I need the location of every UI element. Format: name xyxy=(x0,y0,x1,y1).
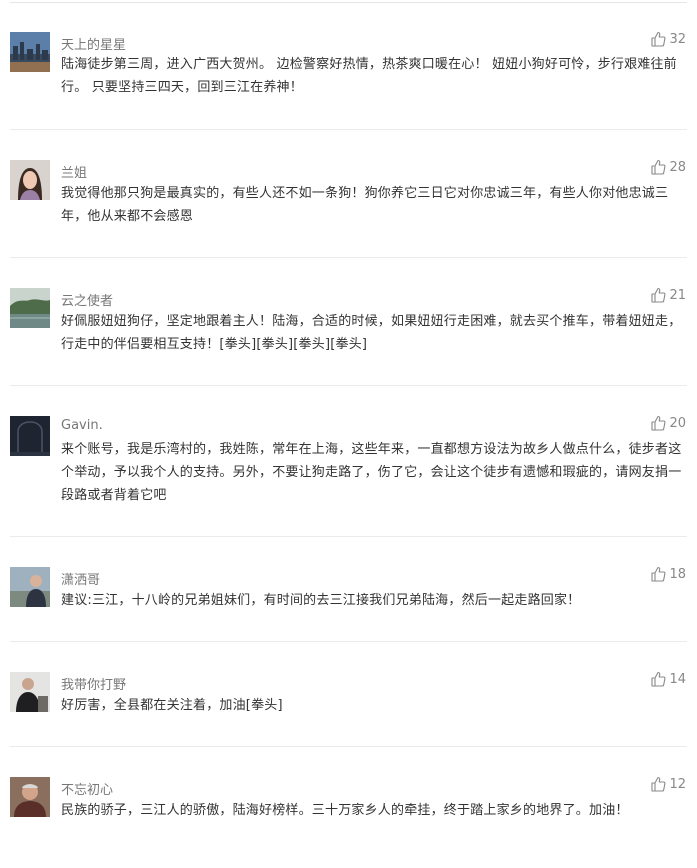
like-button[interactable]: 32 xyxy=(650,31,686,47)
comment-divider xyxy=(10,746,687,747)
landscape-avatar-icon xyxy=(10,288,50,328)
like-button[interactable]: 21 xyxy=(650,287,686,303)
comment-text: 来个账号，我是乐湾村的，我姓陈，常年在上海，这些年来，一直都想方设法为故乡人做点… xyxy=(61,442,682,503)
like-count: 28 xyxy=(669,159,686,175)
like-button[interactable]: 12 xyxy=(650,776,686,792)
like-count: 14 xyxy=(669,671,686,687)
like-button[interactable]: 18 xyxy=(650,566,686,582)
city-skyline-avatar-icon xyxy=(10,32,50,72)
man-sitting-avatar-icon xyxy=(10,672,50,712)
comment-text: 好佩服妞妞狗仔，坚定地跟着主人！陆海，合适的时候，如果妞妞行走困难，就去买个推车… xyxy=(61,314,682,352)
like-count: 21 xyxy=(669,287,686,303)
avatar[interactable] xyxy=(10,416,50,456)
avatar[interactable] xyxy=(10,32,50,72)
comment-text: 民族的骄子，三江人的骄傲，陆海好榜样。三十万家乡人的牵挂，终于踏上家乡的地界了。… xyxy=(61,803,629,818)
comment-username[interactable]: 云之使者 xyxy=(61,290,113,309)
woman-portrait-avatar-icon xyxy=(10,160,50,200)
comment-text: 我觉得他那只狗是最真实的，有些人还不如一条狗！狗你养它三日它对你忠诚三年，有些人… xyxy=(61,186,669,224)
comment-username[interactable]: Gavin. xyxy=(61,418,103,433)
man-outdoor-avatar-icon xyxy=(10,567,50,607)
thumbs-up-icon xyxy=(651,31,666,47)
like-count: 20 xyxy=(669,415,686,431)
comment-divider xyxy=(10,536,687,537)
dark-arch-avatar-icon xyxy=(10,416,50,456)
like-button[interactable]: 14 xyxy=(650,671,686,687)
comment-divider xyxy=(10,641,687,642)
like-button[interactable]: 20 xyxy=(650,415,686,431)
thumbs-up-icon xyxy=(651,566,666,582)
comment-username[interactable]: 潇洒哥 xyxy=(61,569,100,588)
comment-divider xyxy=(10,129,687,130)
avatar[interactable] xyxy=(10,672,50,712)
comment-text: 陆海徒步第三周，进入广西大贺州。 边检警察好热情，热茶爽口暖在心！ 妞妞小狗好可… xyxy=(61,57,677,95)
comment-username[interactable]: 我带你打野 xyxy=(61,674,126,693)
like-count: 18 xyxy=(669,566,686,582)
thumbs-up-icon xyxy=(651,415,666,431)
elder-portrait-avatar-icon xyxy=(10,777,50,817)
thumbs-up-icon xyxy=(651,776,666,792)
top-divider xyxy=(10,2,687,3)
comment-username[interactable]: 兰姐 xyxy=(61,162,87,181)
avatar[interactable] xyxy=(10,160,50,200)
avatar[interactable] xyxy=(10,288,50,328)
thumbs-up-icon xyxy=(651,287,666,303)
comment-divider xyxy=(10,385,687,386)
comment-text: 建议:三江，十八岭的兄弟姐妹们，有时间的去三江接我们兄弟陆海，然后一起走路回家！ xyxy=(61,593,581,608)
comment-username[interactable]: 天上的星星 xyxy=(61,34,126,53)
avatar[interactable] xyxy=(10,567,50,607)
like-button[interactable]: 28 xyxy=(650,159,686,175)
comment-text: 好厉害，全县都在关注着，加油[拳头] xyxy=(61,698,283,713)
thumbs-up-icon xyxy=(651,671,666,687)
comment-divider xyxy=(10,257,687,258)
comment-username[interactable]: 不忘初心 xyxy=(61,779,113,798)
like-count: 32 xyxy=(669,31,686,47)
like-count: 12 xyxy=(669,776,686,792)
thumbs-up-icon xyxy=(651,159,666,175)
avatar[interactable] xyxy=(10,777,50,817)
